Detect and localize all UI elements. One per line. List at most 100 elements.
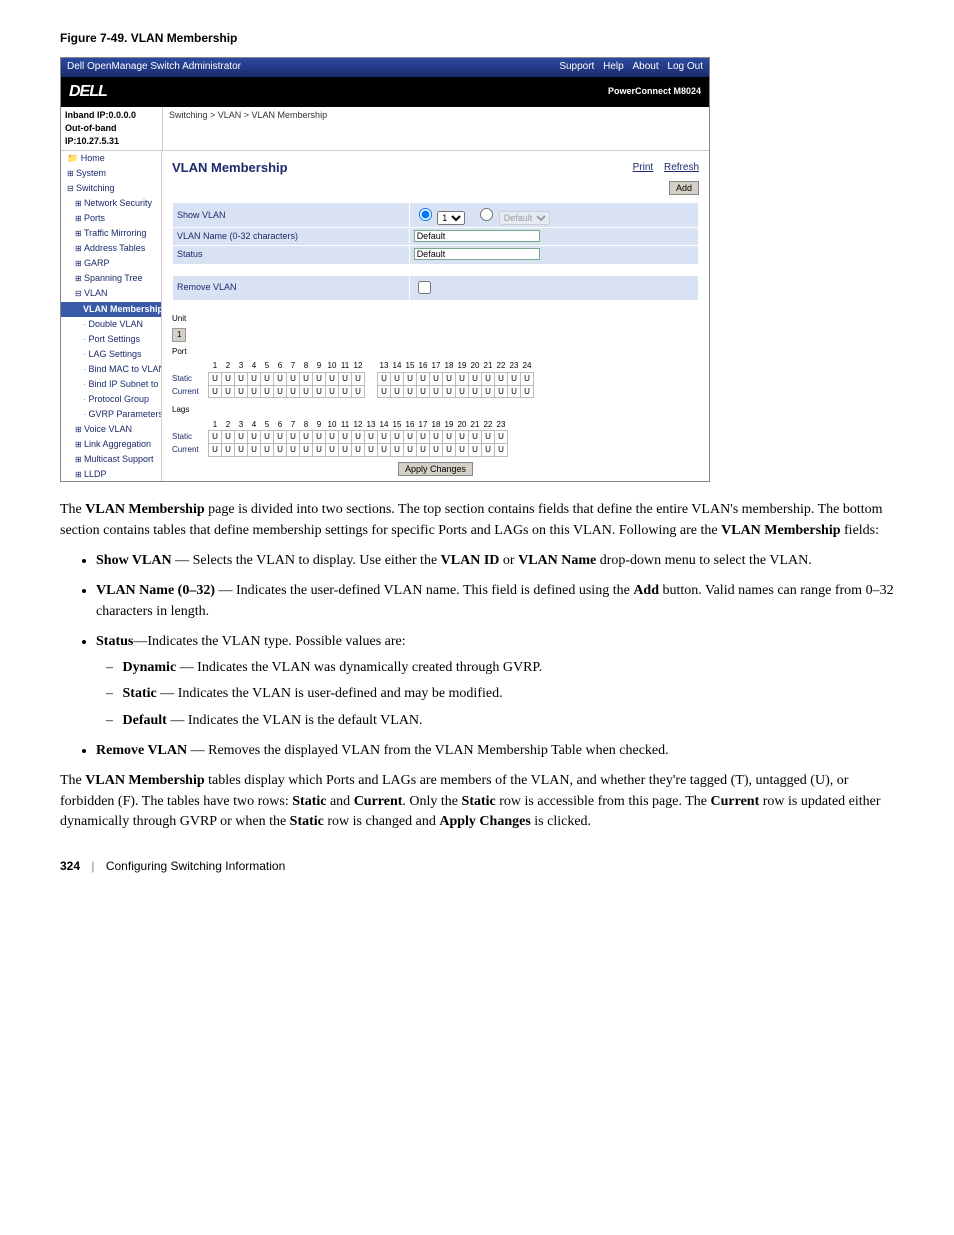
port-cell[interactable]: U — [352, 431, 365, 444]
port-cell[interactable]: U — [274, 372, 287, 385]
port-cell[interactable]: U — [469, 385, 482, 398]
sidebar-item[interactable]: Voice VLAN — [61, 422, 161, 437]
port-cell[interactable]: U — [261, 385, 274, 398]
port-cell[interactable]: U — [274, 443, 287, 456]
sidebar-item[interactable]: LLDP — [61, 467, 161, 482]
port-cell[interactable]: U — [391, 431, 404, 444]
port-cell[interactable]: U — [352, 443, 365, 456]
sidebar-item[interactable]: System — [61, 166, 161, 181]
port-cell[interactable]: U — [391, 443, 404, 456]
remove-vlan-checkbox[interactable] — [418, 281, 431, 294]
port-cell[interactable]: U — [339, 385, 352, 398]
port-cell[interactable]: U — [287, 431, 300, 444]
port-cell[interactable]: U — [222, 385, 235, 398]
port-cell[interactable]: U — [326, 431, 339, 444]
sidebar-item[interactable]: VLAN — [61, 286, 161, 301]
port-cell[interactable]: U — [313, 385, 326, 398]
port-cell[interactable]: U — [326, 372, 339, 385]
port-cell[interactable]: U — [274, 431, 287, 444]
logout-link[interactable]: Log Out — [667, 61, 703, 72]
vlan-name-select[interactable]: Default — [499, 211, 550, 225]
port-cell[interactable]: U — [222, 431, 235, 444]
port-cell[interactable]: U — [313, 431, 326, 444]
port-cell[interactable]: U — [274, 385, 287, 398]
port-cell[interactable]: U — [404, 431, 417, 444]
port-cell[interactable]: U — [326, 385, 339, 398]
sidebar-item[interactable]: Spanning Tree — [61, 271, 161, 286]
port-cell[interactable]: U — [495, 431, 508, 444]
port-cell[interactable]: U — [495, 372, 508, 385]
port-cell[interactable]: U — [508, 385, 521, 398]
port-cell[interactable]: U — [300, 443, 313, 456]
port-cell[interactable]: U — [287, 385, 300, 398]
port-cell[interactable]: U — [365, 443, 378, 456]
port-cell[interactable]: U — [469, 372, 482, 385]
sidebar-item[interactable]: Link Aggregation — [61, 437, 161, 452]
vlan-name-radio[interactable] — [480, 208, 493, 221]
port-cell[interactable]: U — [378, 431, 391, 444]
port-cell[interactable]: U — [404, 385, 417, 398]
port-cell[interactable]: U — [235, 431, 248, 444]
port-cell[interactable]: U — [261, 443, 274, 456]
sidebar-home[interactable]: 📁 Home — [61, 151, 161, 166]
port-cell[interactable]: U — [287, 372, 300, 385]
vlan-id-select[interactable]: 1 — [437, 211, 465, 225]
sidebar-item[interactable]: Bind MAC to VLAN — [61, 362, 161, 377]
port-cell[interactable]: U — [261, 431, 274, 444]
port-cell[interactable]: U — [222, 372, 235, 385]
sidebar-item[interactable]: Double VLAN — [61, 317, 161, 332]
refresh-link[interactable]: Refresh — [664, 162, 699, 173]
port-cell[interactable]: U — [339, 372, 352, 385]
port-cell[interactable]: U — [391, 372, 404, 385]
port-cell[interactable]: U — [430, 372, 443, 385]
port-cell[interactable]: U — [391, 385, 404, 398]
port-cell[interactable]: U — [482, 431, 495, 444]
port-cell[interactable]: U — [352, 385, 365, 398]
port-cell[interactable]: U — [209, 372, 222, 385]
sidebar-item[interactable]: Protocol Group — [61, 392, 161, 407]
port-cell[interactable]: U — [313, 443, 326, 456]
port-cell[interactable]: U — [430, 385, 443, 398]
port-cell[interactable]: U — [209, 385, 222, 398]
port-cell[interactable]: U — [378, 443, 391, 456]
port-cell[interactable]: U — [339, 431, 352, 444]
port-cell[interactable]: U — [469, 443, 482, 456]
port-cell[interactable]: U — [443, 431, 456, 444]
port-cell[interactable]: U — [352, 372, 365, 385]
port-cell[interactable]: U — [326, 443, 339, 456]
sidebar-item[interactable]: LAG Settings — [61, 347, 161, 362]
sidebar-item[interactable]: Switching — [61, 181, 161, 196]
print-link[interactable]: Print — [633, 162, 654, 173]
sidebar-item[interactable]: Bind IP Subnet to V — [61, 377, 161, 392]
port-cell[interactable]: U — [300, 372, 313, 385]
port-cell[interactable]: U — [443, 372, 456, 385]
port-cell[interactable]: U — [404, 443, 417, 456]
sidebar-item[interactable]: Ports — [61, 211, 161, 226]
port-cell[interactable]: U — [495, 385, 508, 398]
sidebar-item[interactable]: Network Security — [61, 196, 161, 211]
vlan-name-input[interactable] — [414, 230, 540, 242]
apply-changes-button[interactable]: Apply Changes — [398, 462, 473, 476]
add-button[interactable]: Add — [669, 181, 699, 195]
port-cell[interactable]: U — [209, 443, 222, 456]
port-cell[interactable]: U — [235, 443, 248, 456]
port-cell[interactable]: U — [287, 443, 300, 456]
vlan-id-radio[interactable] — [419, 208, 432, 221]
port-cell[interactable]: U — [417, 385, 430, 398]
port-cell[interactable]: U — [222, 443, 235, 456]
help-link[interactable]: Help — [603, 61, 624, 72]
sidebar-item[interactable]: Multicast Support — [61, 452, 161, 467]
port-cell[interactable]: U — [248, 431, 261, 444]
sidebar-item[interactable]: VLAN Membership — [61, 302, 161, 317]
port-cell[interactable]: U — [430, 443, 443, 456]
port-cell[interactable]: U — [456, 443, 469, 456]
port-cell[interactable]: U — [508, 372, 521, 385]
about-link[interactable]: About — [632, 61, 658, 72]
sidebar-item[interactable]: Traffic Mirroring — [61, 226, 161, 241]
sidebar-item[interactable]: GARP — [61, 256, 161, 271]
port-cell[interactable]: U — [456, 372, 469, 385]
port-cell[interactable]: U — [456, 431, 469, 444]
port-cell[interactable]: U — [521, 385, 534, 398]
port-cell[interactable]: U — [443, 385, 456, 398]
port-cell[interactable]: U — [248, 443, 261, 456]
